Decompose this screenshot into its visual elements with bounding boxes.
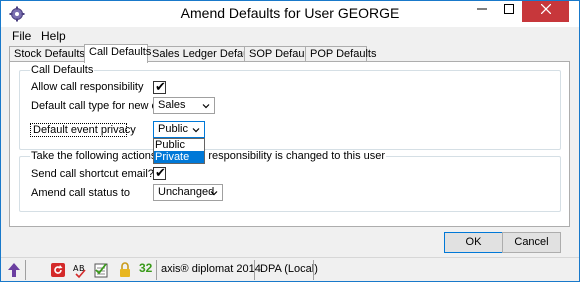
checkmark-icon: ✔ bbox=[155, 165, 166, 180]
tab-panel-call-defaults: Call Defaults Allow call responsibility … bbox=[9, 61, 570, 227]
refresh-icon[interactable] bbox=[51, 260, 65, 280]
default-event-privacy-select[interactable]: Public bbox=[153, 121, 205, 138]
minimize-icon bbox=[476, 8, 487, 10]
chevron-down-icon bbox=[210, 191, 218, 196]
amend-call-status-value: Unchanged bbox=[158, 186, 215, 198]
amend-call-status-label: Amend call status to bbox=[31, 187, 131, 199]
cancel-button[interactable]: Cancel bbox=[502, 232, 561, 253]
call-defaults-legend: Call Defaults bbox=[30, 64, 95, 76]
close-button[interactable] bbox=[522, 1, 569, 22]
close-icon bbox=[540, 3, 551, 15]
chevron-down-icon bbox=[202, 104, 210, 109]
tab-call-defaults[interactable]: Call Defaults bbox=[84, 44, 151, 63]
menu-bar: File Help bbox=[1, 27, 579, 45]
app-window: Amend Defaults for User GEORGE File Help… bbox=[0, 0, 580, 282]
checklist-icon[interactable] bbox=[94, 260, 108, 280]
upload-arrow-icon[interactable] bbox=[7, 260, 21, 280]
product-name: axis® diplomat 2014 bbox=[161, 263, 261, 275]
responsibility-actions-legend: Take the following actions when call res… bbox=[30, 150, 387, 162]
lock-icon[interactable] bbox=[118, 260, 132, 280]
send-shortcut-email-checkbox[interactable]: ✔ bbox=[153, 165, 166, 180]
event-privacy-dropdown-list: Public Private bbox=[153, 138, 205, 164]
title-bar: Amend Defaults for User GEORGE bbox=[1, 1, 579, 27]
default-call-type-value: Sales bbox=[158, 99, 186, 111]
default-event-privacy-label: Default event privacy bbox=[33, 124, 136, 136]
event-privacy-option-private[interactable]: Private bbox=[154, 151, 204, 163]
maximize-button[interactable] bbox=[495, 1, 522, 22]
send-shortcut-email-label: Send call shortcut email? bbox=[31, 168, 154, 180]
checkmark-icon: ✔ bbox=[155, 79, 166, 94]
status-bar: A B 32 axis® diplomat 2014 DPA (Local) bbox=[1, 257, 579, 281]
event-privacy-option-public[interactable]: Public bbox=[154, 139, 204, 151]
default-call-type-select[interactable]: Sales bbox=[153, 97, 215, 114]
spell-check-icon[interactable]: A B bbox=[73, 260, 87, 280]
database-name: DPA (Local) bbox=[260, 263, 318, 275]
amend-call-status-select[interactable]: Unchanged bbox=[153, 184, 223, 201]
minimize-button[interactable] bbox=[468, 1, 495, 22]
default-event-privacy-value: Public bbox=[158, 123, 188, 135]
allow-call-responsibility-checkbox[interactable]: ✔ bbox=[153, 79, 166, 94]
chevron-down-icon bbox=[192, 128, 200, 133]
menu-help[interactable]: Help bbox=[41, 29, 66, 43]
ok-button[interactable]: OK bbox=[444, 232, 503, 253]
count-badge: 32 bbox=[139, 261, 153, 275]
menu-file[interactable]: File bbox=[12, 29, 31, 43]
responsibility-actions-group bbox=[19, 156, 561, 212]
allow-call-responsibility-label: Allow call responsibility bbox=[31, 81, 144, 93]
maximize-icon bbox=[503, 4, 514, 14]
